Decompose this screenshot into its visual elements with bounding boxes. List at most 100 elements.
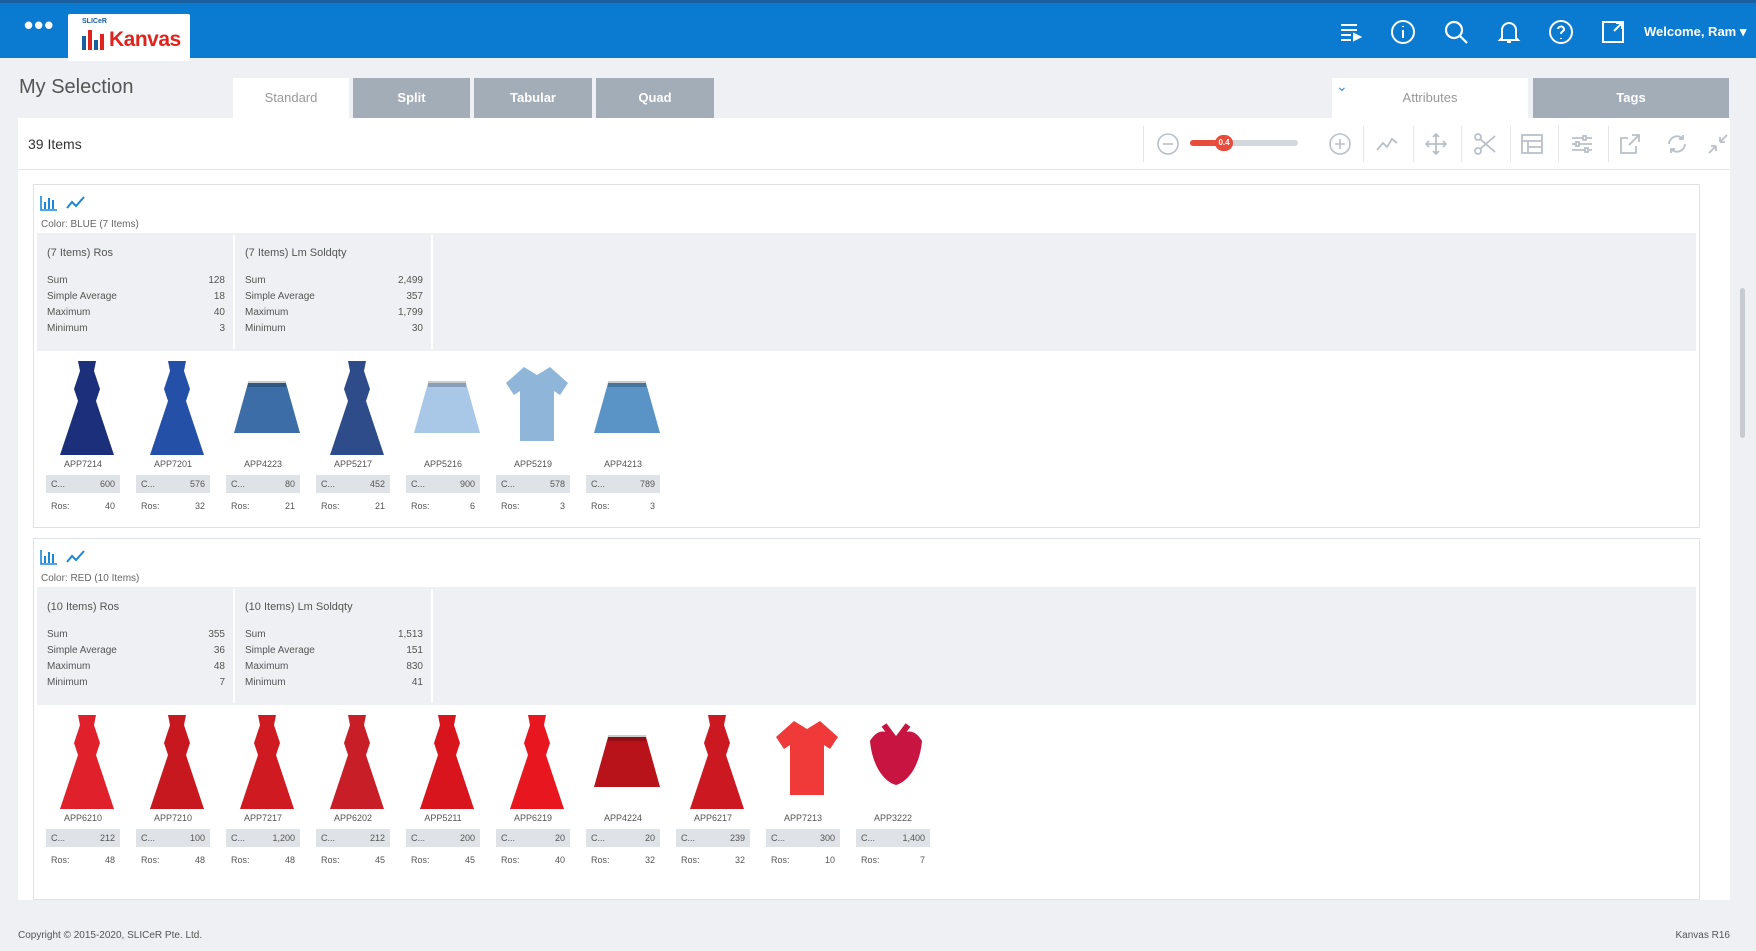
collapse-icon[interactable] (1706, 132, 1730, 156)
tab-standard[interactable]: Standard (233, 78, 349, 118)
product-image[interactable] (410, 357, 484, 459)
product-card[interactable]: APP7217 C... 1,200 Ros: 48 (222, 711, 304, 871)
stat-value: 151 (406, 645, 423, 656)
product-image[interactable] (590, 357, 664, 459)
tab-quad[interactable]: Quad (596, 78, 714, 118)
product-card[interactable]: APP5216 C... 900 Ros: 6 (402, 357, 484, 517)
metric-ros-label: Ros: (681, 855, 700, 865)
product-image[interactable] (140, 711, 214, 813)
product-card[interactable]: APP5211 C... 200 Ros: 45 (402, 711, 484, 871)
stat-value: 40 (213, 307, 225, 318)
refresh-icon[interactable] (1665, 132, 1689, 156)
stat-value: 30 (411, 323, 423, 334)
product-image[interactable] (230, 711, 304, 813)
tab-tabular[interactable]: Tabular (474, 78, 592, 118)
stat-label: Maximum (245, 661, 289, 672)
metric-c: C... 1,400 (856, 829, 930, 847)
line-chart-icon[interactable] (66, 195, 86, 211)
stat-value: 3 (219, 323, 225, 334)
zoom-slider[interactable]: 0.4 (1190, 135, 1298, 151)
metric-ros-value: 45 (464, 855, 475, 865)
product-image[interactable] (770, 711, 844, 813)
product-card[interactable]: APP4213 C... 789 Ros: 3 (582, 357, 664, 517)
stats-band: (7 Items) Ros Sum 128 Simple Average 18 Maxim… (37, 233, 1696, 351)
metric-c-label: C... (51, 479, 66, 489)
tab-attributes[interactable]: ⌄ Attributes (1332, 78, 1528, 118)
line-chart-icon[interactable] (66, 549, 86, 565)
export-icon[interactable] (1618, 132, 1642, 156)
product-card[interactable]: APP5217 C... 452 Ros: 21 (312, 357, 394, 517)
product-code: APP5217 (333, 459, 373, 469)
metric-c: C... 900 (406, 475, 480, 493)
product-image[interactable] (500, 711, 574, 813)
stats-row: Minimum 30 (245, 321, 423, 337)
stats-row: Simple Average 18 (47, 289, 225, 305)
metric-ros: Ros: 45 (406, 851, 480, 869)
stat-label: Minimum (47, 323, 88, 334)
product-card[interactable]: APP6210 C... 212 Ros: 48 (42, 711, 124, 871)
product-image[interactable] (320, 357, 394, 459)
scissors-icon[interactable] (1473, 132, 1497, 156)
metric-c-value: 576 (189, 479, 205, 489)
stats-row: Sum 2,499 (245, 273, 423, 289)
list-filter-icon[interactable] (1338, 19, 1364, 45)
bar-chart-icon[interactable] (40, 195, 58, 211)
product-card[interactable]: APP6219 C... 20 Ros: 40 (492, 711, 574, 871)
sliders-icon[interactable] (1570, 132, 1594, 156)
trend-line-icon[interactable] (1375, 132, 1399, 156)
stat-label: Simple Average (47, 645, 117, 656)
product-image[interactable] (680, 711, 754, 813)
product-image[interactable] (500, 357, 574, 459)
tab-tags[interactable]: Tags (1533, 78, 1729, 118)
product-card[interactable]: APP7210 C... 100 Ros: 48 (132, 711, 214, 871)
stats-row: Minimum 7 (47, 675, 225, 691)
stat-value: 1,799 (397, 307, 423, 318)
user-menu[interactable]: Welcome, Ram ▾ (1644, 24, 1746, 40)
product-image[interactable] (320, 711, 394, 813)
metric-ros-label: Ros: (411, 855, 430, 865)
product-code: APP6210 (63, 813, 103, 823)
stat-value: 1,513 (397, 629, 423, 640)
product-card[interactable]: APP4223 C... 80 Ros: 21 (222, 357, 304, 517)
product-card[interactable]: APP6217 C... 239 Ros: 32 (672, 711, 754, 871)
stat-label: Maximum (47, 661, 91, 672)
product-code: APP7210 (153, 813, 193, 823)
search-icon[interactable] (1443, 19, 1469, 45)
zoom-out-icon[interactable] (1156, 132, 1180, 156)
product-code: APP3222 (873, 813, 913, 823)
welcome-text: Welcome, Ram (1644, 24, 1737, 39)
app-logo[interactable]: SLICeR Kanvas (68, 14, 190, 61)
bar-chart-icon[interactable] (40, 549, 58, 565)
product-card[interactable]: APP5219 C... 578 Ros: 3 (492, 357, 574, 517)
product-image[interactable] (230, 357, 304, 459)
tab-split[interactable]: Split (353, 78, 470, 118)
move-icon[interactable] (1424, 132, 1448, 156)
product-card[interactable]: APP7214 C... 600 Ros: 40 (42, 357, 124, 517)
product-image[interactable] (590, 711, 664, 813)
stat-value: 36 (213, 645, 225, 656)
zoom-slider-knob[interactable]: 0.4 (1215, 135, 1233, 151)
layout-icon[interactable] (1520, 132, 1544, 156)
zoom-in-icon[interactable] (1328, 132, 1352, 156)
tab-attributes-label: Attributes (1402, 90, 1458, 105)
bell-icon[interactable] (1496, 19, 1522, 45)
help-icon[interactable] (1548, 19, 1574, 45)
metric-ros-label: Ros: (411, 501, 430, 511)
product-card[interactable]: APP4224 C... 20 Ros: 32 (582, 711, 664, 871)
product-image[interactable] (410, 711, 484, 813)
product-image[interactable] (50, 357, 124, 459)
product-image[interactable] (140, 357, 214, 459)
scrollbar[interactable] (1740, 288, 1745, 438)
product-card[interactable]: APP7213 C... 300 Ros: 10 (762, 711, 844, 871)
product-image[interactable] (50, 711, 124, 813)
stats-box: (10 Items) Lm Soldqty Sum 1,513 Simple Aver… (237, 589, 433, 703)
product-card[interactable]: APP3222 C... 1,400 Ros: 7 (852, 711, 934, 871)
product-card[interactable]: APP7201 C... 576 Ros: 32 (132, 357, 214, 517)
product-card[interactable]: APP6202 C... 212 Ros: 45 (312, 711, 394, 871)
stats-row: Simple Average 36 (47, 643, 225, 659)
info-icon[interactable] (1390, 19, 1416, 45)
product-image[interactable] (860, 711, 934, 813)
more-dots-icon[interactable]: ••• (24, 12, 54, 38)
metric-c-value: 1,200 (272, 833, 295, 843)
expand-window-icon[interactable] (1600, 19, 1626, 45)
